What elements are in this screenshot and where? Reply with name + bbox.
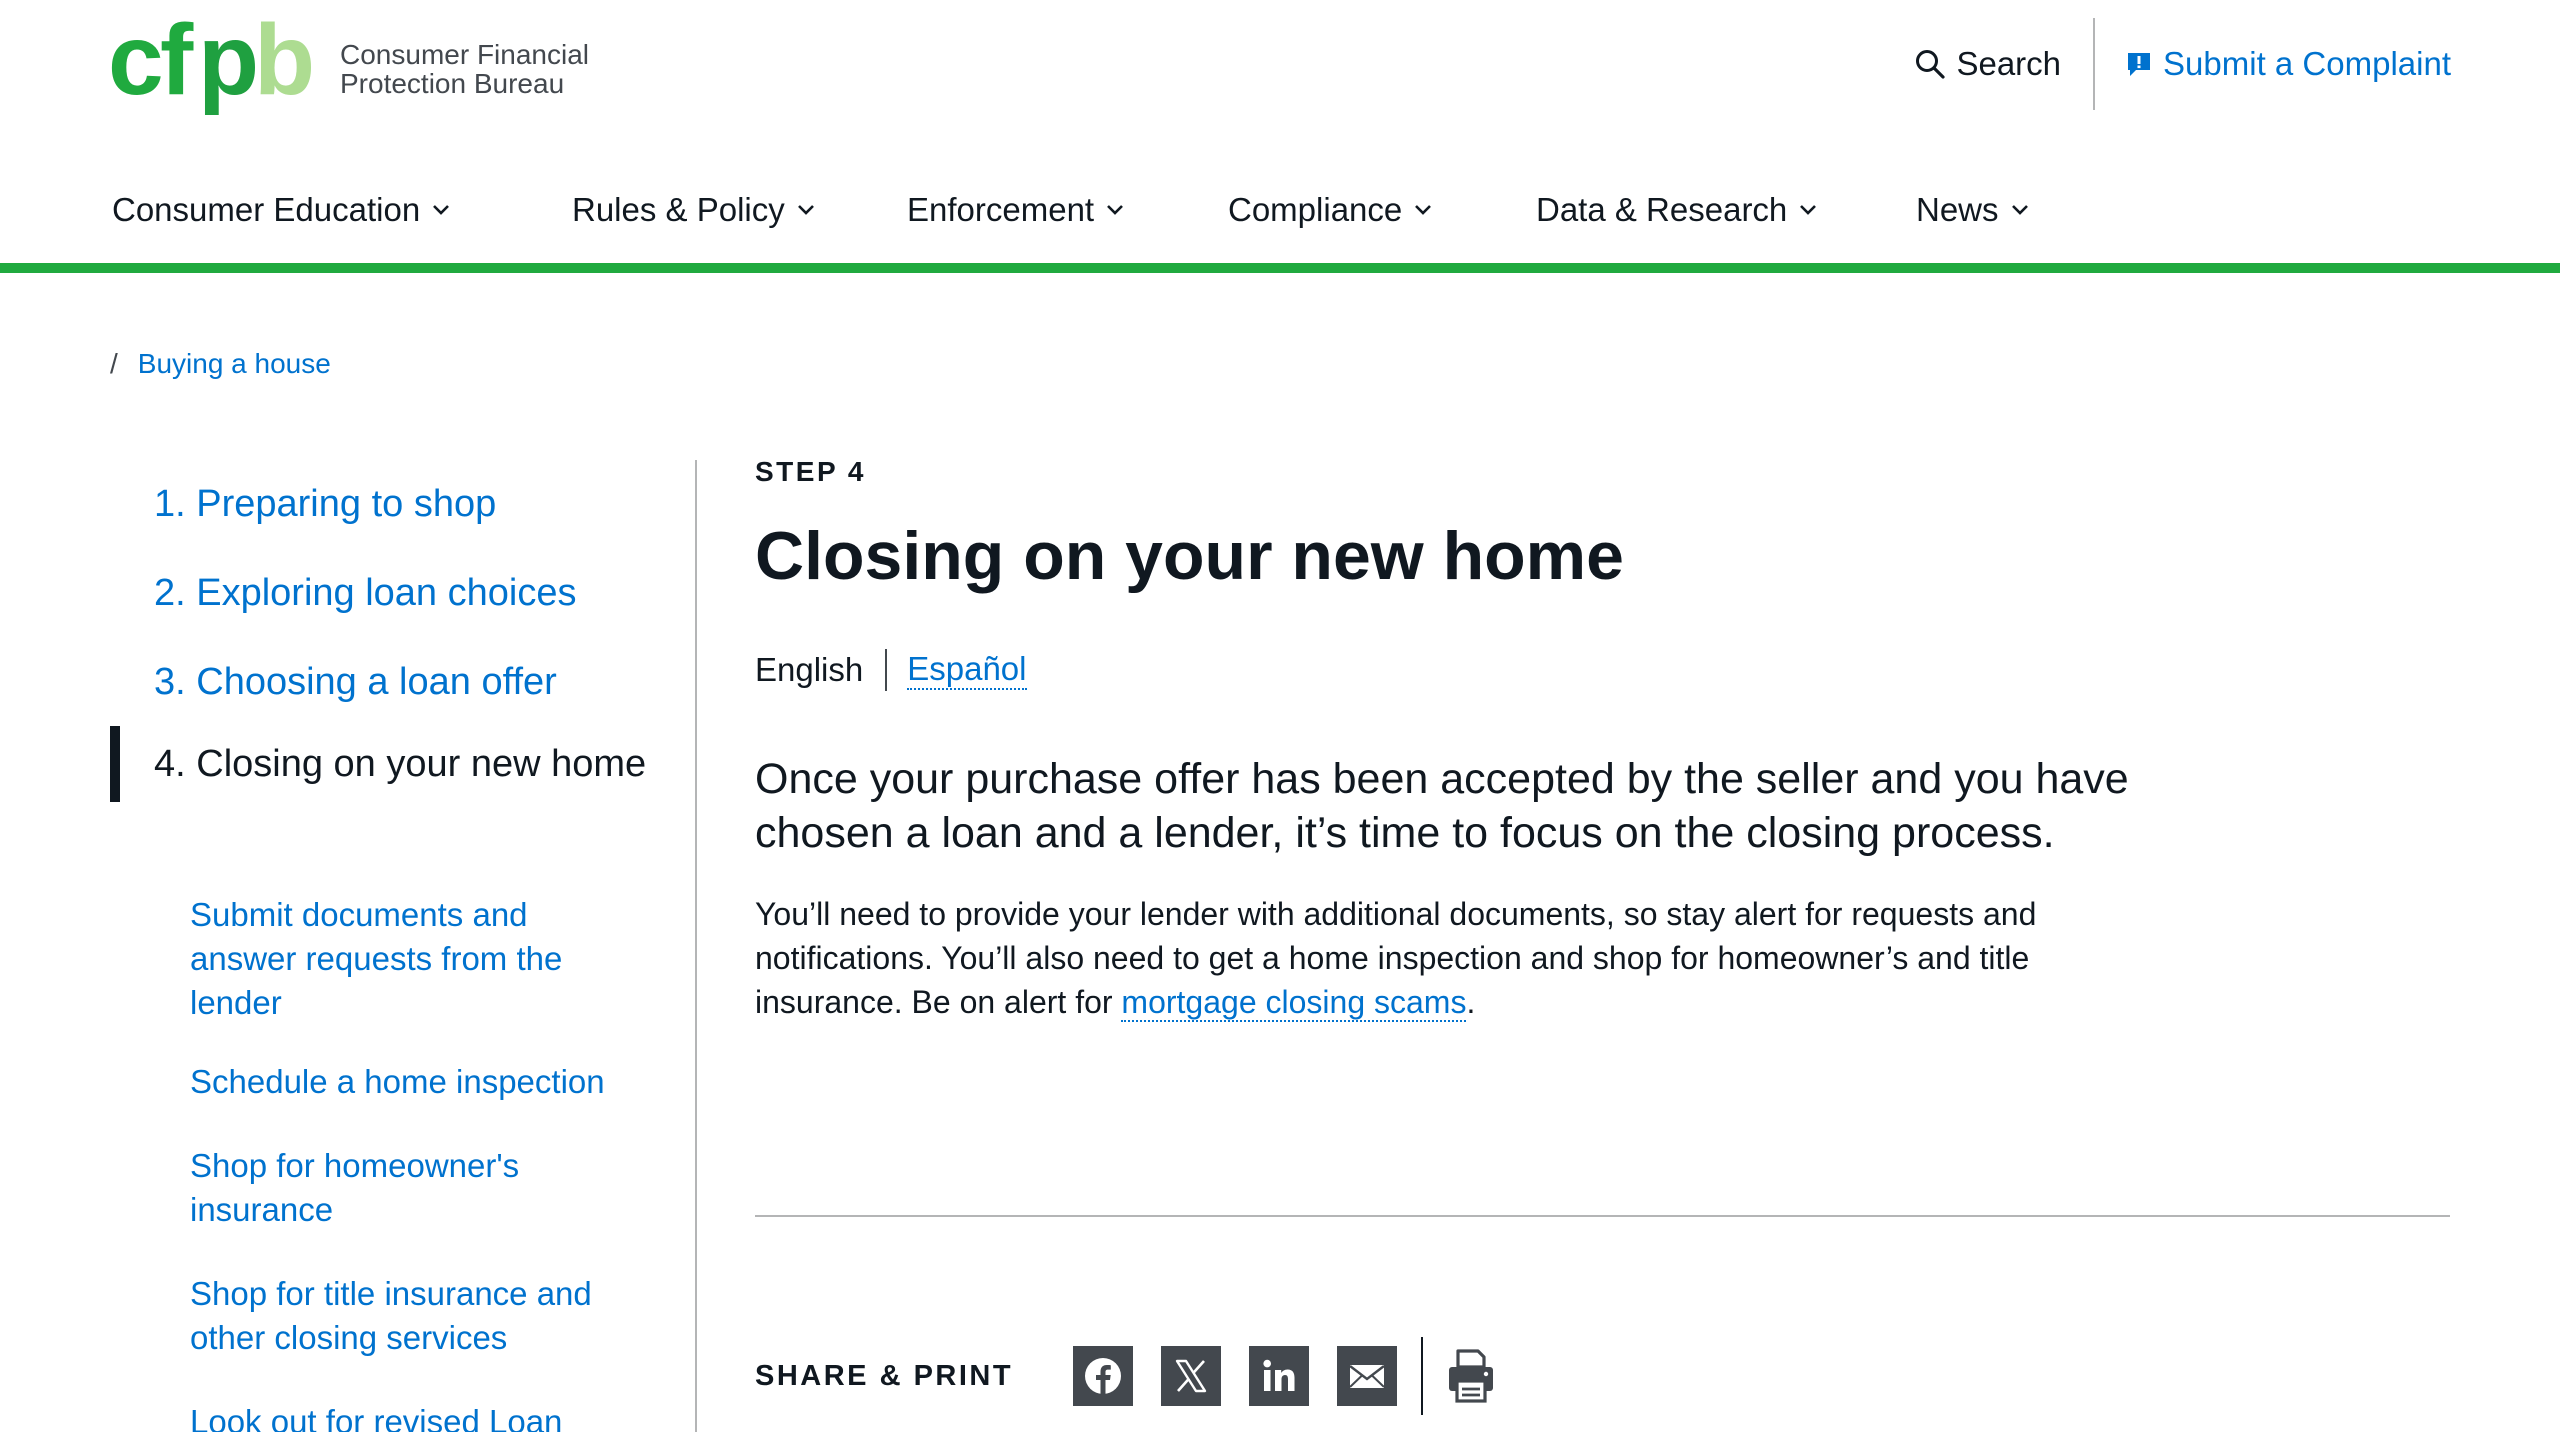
- complaint-label: Submit a Complaint: [2163, 45, 2451, 82]
- step-sidebar: 1. Preparing to shop 2. Exploring loan c…: [110, 460, 696, 1432]
- nav-enforcement[interactable]: Enforcement: [907, 180, 1126, 240]
- sidebar-subitem-homeowners-insurance[interactable]: Shop for homeowner's insurance: [190, 1144, 630, 1232]
- share-x-button[interactable]: [1161, 1346, 1222, 1406]
- chevron-down-icon: [433, 205, 450, 215]
- email-icon: [1349, 1365, 1385, 1388]
- chevron-down-icon: [1415, 205, 1432, 215]
- nav-data-research[interactable]: Data & Research: [1536, 180, 1819, 240]
- logo-wordmark: Consumer Financial Protection Bureau: [340, 40, 589, 98]
- complaint-icon: [2128, 53, 2151, 76]
- cfpb-logo[interactable]: c f p b Consumer Financial Protection Bu…: [108, 14, 589, 124]
- share-email-button[interactable]: [1337, 1346, 1398, 1406]
- nav-label: News: [1916, 191, 1999, 228]
- breadcrumb-buying-a-house[interactable]: Buying a house: [138, 348, 331, 380]
- nav-label: Enforcement: [907, 191, 1095, 228]
- sidebar-subitem-submit-documents[interactable]: Submit documents and answer requests fro…: [190, 893, 630, 1025]
- body-text-part-2: .: [1466, 984, 1476, 1020]
- search-button[interactable]: Search: [1914, 45, 2093, 83]
- nav-label: Rules & Policy: [572, 191, 785, 228]
- svg-text:b: b: [254, 14, 314, 116]
- print-button[interactable]: [1445, 1346, 1497, 1406]
- current-step-label: 4. Closing on your new home: [154, 743, 647, 785]
- language-english-current: English: [755, 651, 864, 688]
- nav-consumer-education[interactable]: Consumer Education: [112, 180, 452, 240]
- sidebar-step-3[interactable]: 3. Choosing a loan offer: [154, 660, 654, 704]
- breadcrumb: / Buying a house: [110, 348, 331, 380]
- linkedin-icon: [1263, 1359, 1295, 1391]
- chevron-down-icon: [797, 205, 814, 215]
- nav-label: Consumer Education: [112, 191, 421, 228]
- facebook-icon: [1085, 1358, 1122, 1394]
- search-icon: [1916, 50, 1946, 79]
- chevron-down-icon: [2011, 205, 2028, 215]
- share-linkedin-button[interactable]: [1249, 1346, 1310, 1406]
- nav-label: Compliance: [1228, 191, 1403, 228]
- cfpb-logo-mark: c f p b: [108, 14, 314, 116]
- sidebar-step-4-current: 4. Closing on your new home: [110, 726, 650, 802]
- main-nav: Consumer Education Rules & Policy Enforc…: [0, 180, 2560, 240]
- sidebar-subitem-title-insurance[interactable]: Shop for title insurance and other closi…: [190, 1272, 630, 1360]
- print-icon: [1449, 1349, 1494, 1403]
- share-divider: [1421, 1337, 1424, 1415]
- sidebar-step-1[interactable]: 1. Preparing to shop: [154, 482, 654, 526]
- logo-line-2: Protection Bureau: [340, 68, 565, 99]
- body-paragraph: You’ll need to provide your lender with …: [755, 892, 2155, 1024]
- lead-paragraph: Once your purchase offer has been accept…: [755, 755, 2129, 857]
- nav-rules-policy[interactable]: Rules & Policy: [572, 180, 817, 240]
- content-divider: [755, 1215, 2450, 1217]
- language-switcher: English Español: [755, 648, 2450, 692]
- nav-news[interactable]: News: [1916, 180, 2031, 240]
- search-label: Search: [1956, 45, 2062, 82]
- utility-nav: Search Submit a Complaint: [1914, 18, 2451, 110]
- step-eyebrow: STEP 4: [755, 456, 866, 487]
- svg-text:c: c: [108, 14, 161, 116]
- chevron-down-icon: [1107, 205, 1124, 215]
- language-espanol-link[interactable]: Español: [907, 650, 1027, 690]
- breadcrumb-separator: /: [110, 348, 118, 379]
- x-icon: [1175, 1359, 1207, 1393]
- sidebar-subitem-home-inspection[interactable]: Schedule a home inspection: [190, 1060, 630, 1104]
- svg-text:p: p: [198, 14, 259, 116]
- main-content: STEP 4 Closing on your new home English …: [755, 456, 2450, 1024]
- page-title: Closing on your new home: [755, 518, 1624, 594]
- chevron-down-icon: [1800, 205, 1817, 215]
- svg-text:f: f: [160, 14, 194, 116]
- share-facebook-button[interactable]: [1073, 1346, 1134, 1406]
- share-print-label: SHARE & PRINT: [755, 1359, 1014, 1392]
- share-print-bar: SHARE & PRINT: [755, 1337, 1497, 1415]
- sidebar-step-2[interactable]: 2. Exploring loan choices: [154, 571, 654, 615]
- logo-line-1: Consumer Financial: [340, 39, 589, 70]
- language-divider: [885, 649, 888, 691]
- header-green-rule: [0, 263, 2560, 273]
- mortgage-closing-scams-link[interactable]: mortgage closing scams: [1121, 984, 1467, 1022]
- nav-label: Data & Research: [1536, 191, 1788, 228]
- site-header: c f p b Consumer Financial Protection Bu…: [0, 0, 2560, 274]
- nav-compliance[interactable]: Compliance: [1228, 180, 1434, 240]
- sidebar-divider: [695, 460, 697, 1432]
- sidebar-subitem-revised-loan[interactable]: Look out for revised Loan: [190, 1400, 630, 1432]
- submit-complaint-link[interactable]: Submit a Complaint: [2095, 45, 2451, 83]
